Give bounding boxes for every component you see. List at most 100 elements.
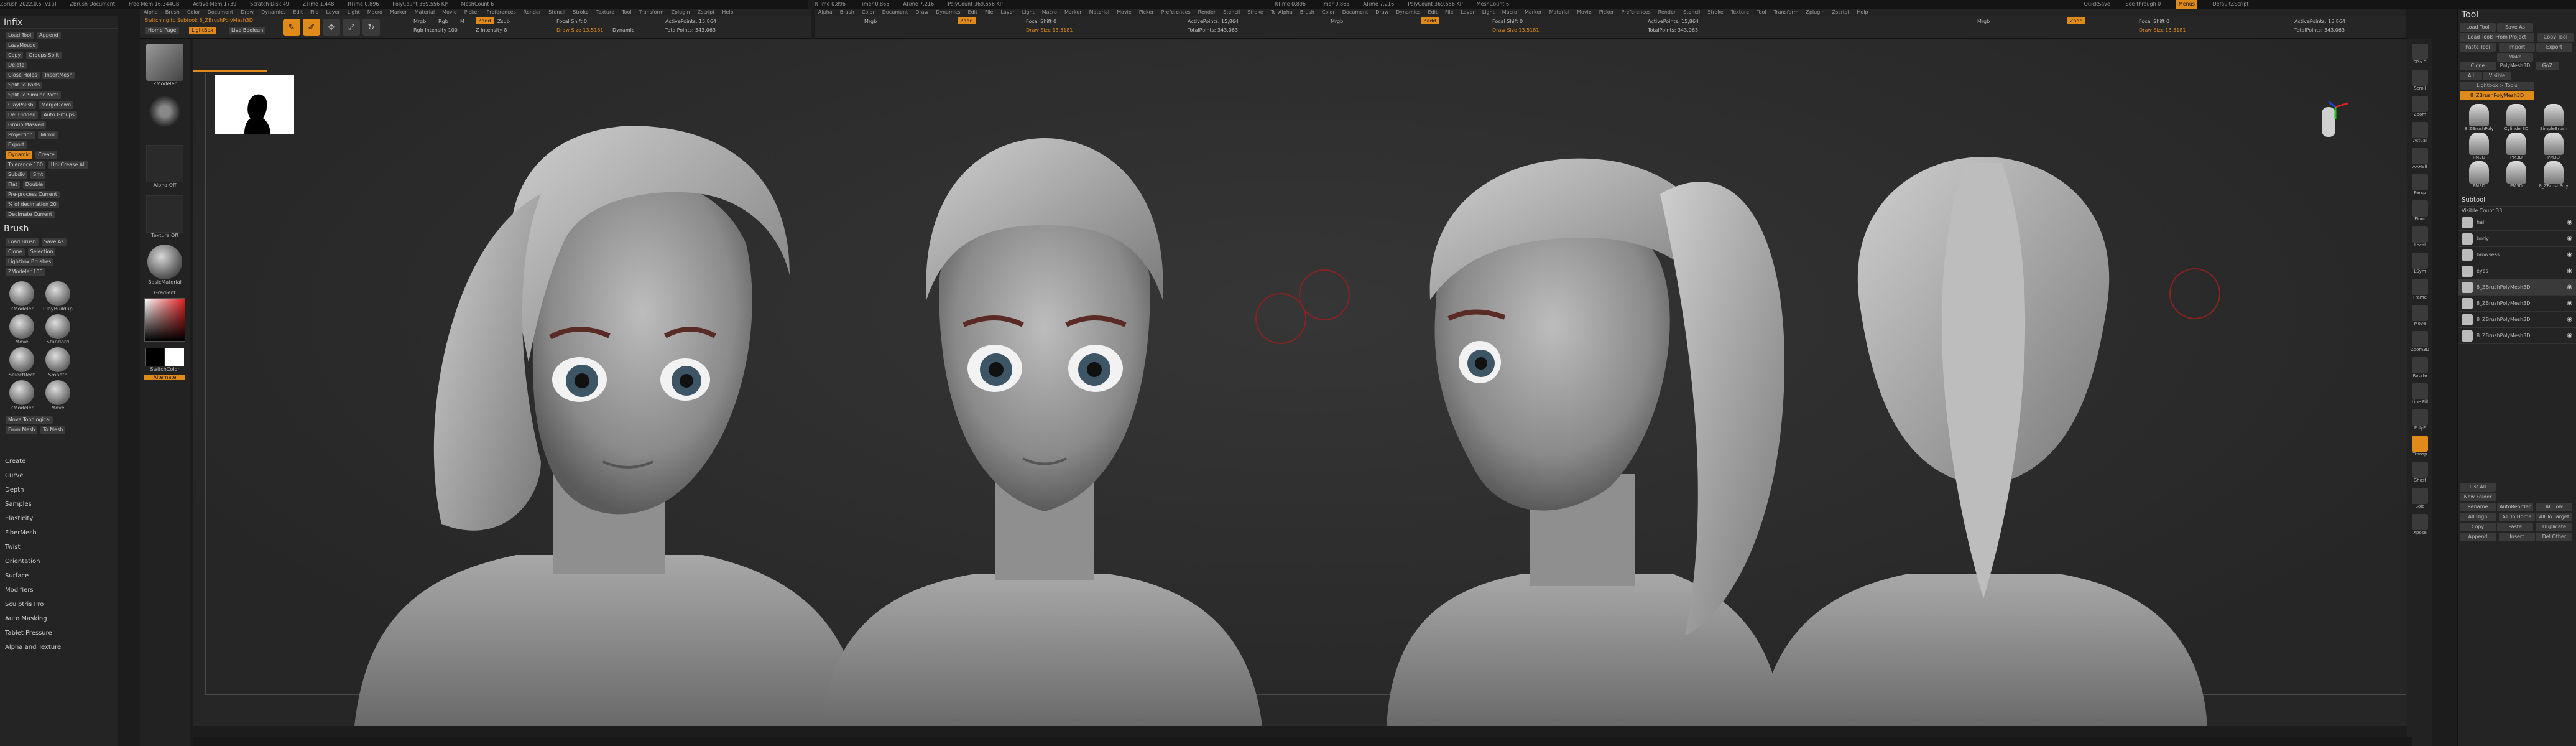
shelf-xpose-button[interactable]: Xpose [2407,514,2432,535]
menu-color[interactable]: Color [862,9,875,16]
export-button[interactable]: Export [2536,43,2572,52]
menu-file[interactable]: File [310,9,318,16]
subpalette-twist[interactable]: Twist [0,540,118,554]
brush-slot[interactable]: SelectRect [5,347,39,378]
menu-stencil[interactable]: Stencil [548,9,565,16]
rotate-mode-button[interactable]: ↻ [362,19,380,36]
goz-button[interactable]: GoZ [2536,62,2559,70]
subtool-row[interactable]: browsess ◉ [2458,247,2576,263]
copy-subtool-button[interactable]: Copy [2460,523,2496,531]
subtool-row[interactable]: hair ◉ [2458,215,2576,231]
subtool-row[interactable]: 8_ZBrushPolyMesh3D ◉ [2458,328,2576,344]
brush-slot[interactable]: Move [41,380,75,411]
append-subtool-button[interactable]: Append [2460,533,2496,541]
draw-size-slider[interactable]: Draw Size 13.5181 [1492,27,1539,33]
quicksave-button[interactable]: QuickSave [2084,0,2110,9]
draw-size-slider[interactable]: Draw Size 13.5181 [556,27,603,33]
texture-preview[interactable] [146,195,183,233]
menu-macro[interactable]: Macro [1502,9,1517,16]
all-low-button[interactable]: All Low [2536,503,2572,511]
focal-shift-slider[interactable]: Focal Shift 0 [1026,19,1056,24]
merge-down-button[interactable]: MergeDown [39,101,74,109]
focal-shift-slider[interactable]: Focal Shift 0 [556,19,587,24]
shelf-lsym-button[interactable]: LSym [2407,253,2432,274]
autoreorder-button[interactable]: AutoReorder [2497,503,2533,511]
visible-button[interactable]: Visible [2483,72,2511,80]
dynamic-button[interactable]: Dynamic [6,151,33,159]
menu-brush[interactable]: Brush [840,9,854,16]
menu-zplugin[interactable]: Zplugin [671,9,690,16]
menu-alpha[interactable]: Alpha [144,9,158,16]
tab-home-page[interactable]: Home Page [145,26,180,35]
shelf-aahalf-button[interactable]: AAHalf [2407,148,2432,169]
menu-dynamics[interactable]: Dynamics [936,9,960,16]
menu-texture[interactable]: Texture [596,9,614,16]
menu-color[interactable]: Color [1322,9,1335,16]
stroke-preview[interactable] [146,93,183,130]
menu-light[interactable]: Light [1022,9,1035,16]
eye-icon[interactable]: ◉ [2567,235,2572,242]
menu-document[interactable]: Document [208,9,233,16]
subpalette-depth[interactable]: Depth [0,483,118,497]
group-masked-button[interactable]: Group Masked [6,121,47,129]
lazymouse-button[interactable]: LazyMouse [6,42,39,49]
z-intensity-slider[interactable]: Z Intensity 8 [476,27,507,33]
save-as-button[interactable]: Save As [41,238,67,246]
menu-dynamics[interactable]: Dynamics [261,9,285,16]
shelf-frame-button[interactable]: Frame [2407,279,2432,300]
menu-stroke[interactable]: Stroke [573,9,589,16]
clay-polish-button[interactable]: ClayPolish [6,101,36,109]
menu-tool[interactable]: Tool [1757,9,1766,16]
menu-edit[interactable]: Edit [1428,9,1438,16]
rgb-intensity-slider[interactable]: Rgb Intensity 100 [413,27,458,33]
subdiv-slider[interactable]: Subdiv [6,171,28,179]
shelf-zoom-button[interactable]: Zoom [2407,96,2432,117]
copy-tool-button[interactable]: Copy Tool [2537,33,2574,42]
menu-marker[interactable]: Marker [390,9,407,16]
lightbox-tools-button[interactable]: Lightbox > Tools [2460,82,2534,90]
zadd-toggle[interactable]: Zadd [1421,17,1439,24]
menu-zscript[interactable]: Zscript [698,9,715,16]
menu-layer[interactable]: Layer [1461,9,1474,16]
mrgb-toggle[interactable]: Mrgb [1331,19,1343,24]
copy-button[interactable]: Copy [6,52,24,59]
eye-icon[interactable]: ◉ [2567,284,2572,291]
move-mode-button[interactable]: ✥ [323,19,340,36]
menu-material[interactable]: Material [1089,9,1110,16]
menu-bar-1[interactable]: Alpha Brush Color Document Draw Dynamics Edit F… [140,9,811,16]
menu-light[interactable]: Light [348,9,360,16]
tool-thumb[interactable]: PM3D [2498,161,2534,189]
shelf-spix-3-button[interactable]: SPix 3 [2407,44,2432,65]
create-button[interactable]: Create [35,151,57,159]
ztool-preview[interactable] [146,44,183,81]
insert-subtool-button[interactable]: Insert [2498,533,2535,541]
eye-icon[interactable]: ◉ [2567,219,2572,226]
menu-bar-2[interactable]: Alpha Brush Color Document Draw Dynamics Edit F… [815,9,1275,16]
menu-alpha[interactable]: Alpha [818,9,833,16]
menu-render[interactable]: Render [524,9,541,16]
eye-icon[interactable]: ◉ [2567,300,2572,307]
clone-button[interactable]: Clone [2460,62,2496,70]
draw-mode-button[interactable]: ✐ [303,19,320,36]
zadd-toggle-2[interactable]: Zadd [2067,17,2085,24]
all-to-target-button[interactable]: All To Target [2536,513,2572,521]
delete-button[interactable]: Delete [6,62,27,69]
groups-split-button[interactable]: Groups Split [26,52,62,59]
menu-preferences[interactable]: Preferences [487,9,516,16]
subpalette-elasticity[interactable]: Elasticity [0,511,118,526]
subpalette-samples[interactable]: Samples [0,497,118,511]
focal-shift-slider[interactable]: Focal Shift 0 [1492,19,1523,24]
subtool-row[interactable]: 8_ZBrushPolyMesh3D ◉ [2458,312,2576,328]
menu-zplugin[interactable]: Zplugin [1806,9,1824,16]
subpalette-tablet-pressure[interactable]: Tablet Pressure [0,626,118,640]
menu-layer[interactable]: Layer [1000,9,1014,16]
tolerance-slider[interactable]: Tolerance 100 [6,161,45,169]
scale-mode-button[interactable]: ⤢ [343,19,360,36]
shelf-polyf-button[interactable]: PolyF [2407,409,2432,431]
projection-button[interactable]: Projection [6,131,35,139]
subpalette-modifiers[interactable]: Modifiers [0,583,118,597]
close-holes-button[interactable]: Close Holes [6,72,40,79]
brush-slot[interactable]: Move [5,314,39,345]
tool-thumb[interactable]: SimpleBrush [2536,104,2572,131]
orientation-gizmo-icon[interactable] [2313,101,2350,151]
